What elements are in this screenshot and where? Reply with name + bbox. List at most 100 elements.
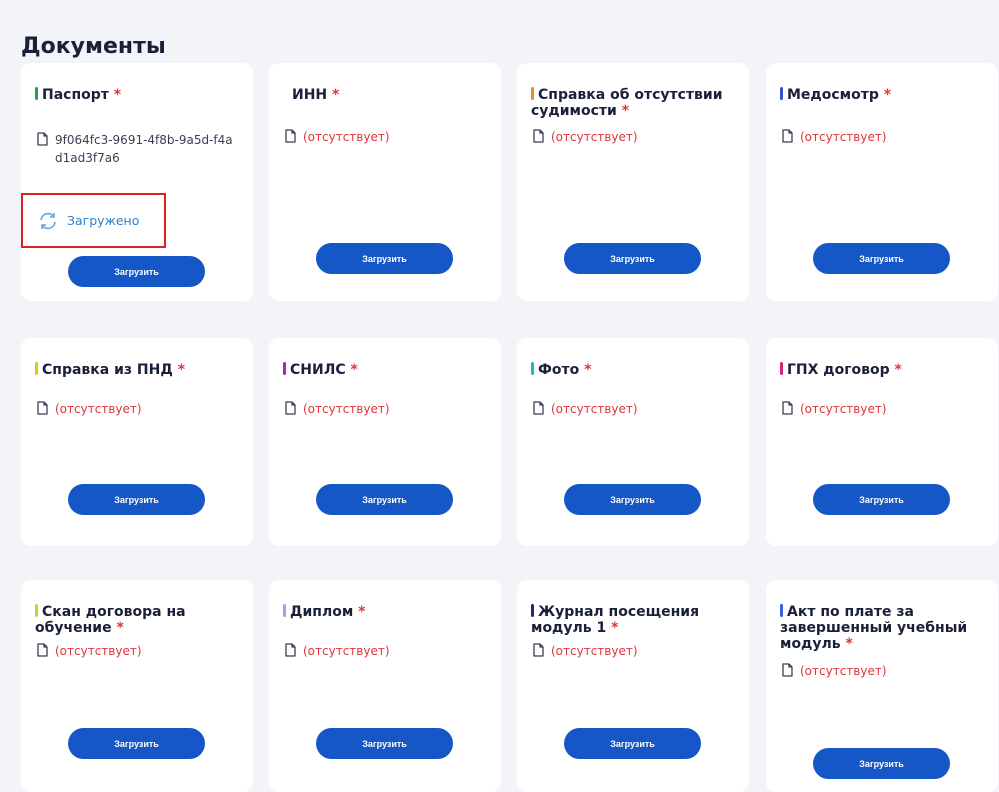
upload-button[interactable]: Загрузить (68, 256, 205, 287)
file-line: (отсутствует) (531, 128, 736, 146)
document-card-inn: ИНН * (отсутствует) Загрузить (269, 63, 501, 301)
upload-button[interactable]: Загрузить (316, 243, 453, 274)
document-card-attendance-log: Журнал посещения модуль 1 * (отсутствует… (517, 580, 749, 792)
refresh-icon (40, 212, 56, 229)
file-line: (отсутствует) (35, 400, 240, 418)
color-marker (531, 362, 534, 375)
upload-button[interactable]: Загрузить (813, 243, 950, 274)
document-icon (780, 400, 796, 418)
document-icon (35, 642, 51, 660)
card-title-text: Медосмотр (787, 87, 879, 103)
required-mark: * (611, 620, 619, 636)
card-title-text: ГПХ договор (787, 362, 890, 378)
document-card-diploma: Диплом * (отсутствует) Загрузить (269, 580, 501, 792)
required-mark: * (116, 620, 124, 636)
upload-button[interactable]: Загрузить (564, 484, 701, 515)
missing-label: (отсутствует) (800, 664, 887, 678)
required-mark: * (584, 362, 592, 378)
color-marker (35, 604, 38, 617)
page-title: Документы (21, 34, 166, 59)
card-title-text: Паспорт (42, 87, 109, 103)
file-name[interactable]: 9f064fc3-9691-4f8b-9a5d-f4ad1ad3f7a6 (55, 131, 240, 167)
upload-button[interactable]: Загрузить (564, 728, 701, 759)
document-card-pnd: Справка из ПНД * (отсутствует) Загрузить (21, 338, 253, 546)
document-card-passport: Паспорт * 9f064fc3-9691-4f8b-9a5d-f4ad1a… (21, 63, 253, 301)
color-marker (35, 87, 38, 100)
upload-button[interactable]: Загрузить (316, 728, 453, 759)
card-title: Медосмотр * (780, 87, 985, 103)
required-mark: * (358, 604, 366, 620)
document-icon (283, 400, 299, 418)
missing-label: (отсутствует) (55, 644, 142, 658)
document-icon (531, 400, 547, 418)
file-line: (отсутствует) (283, 128, 488, 146)
card-title-text: СНИЛС (290, 362, 346, 378)
required-mark: * (177, 362, 186, 378)
required-mark: * (350, 362, 358, 378)
required-mark: * (332, 87, 340, 103)
card-title: ИНН * (292, 87, 497, 103)
card-title-text: Справка из ПНД (42, 362, 173, 378)
card-title-text: Фото (538, 362, 580, 378)
required-mark: * (883, 87, 892, 103)
document-icon (780, 128, 796, 146)
file-line: (отсутствует) (35, 642, 240, 660)
upload-button[interactable]: Загрузить (813, 484, 950, 515)
color-marker (35, 362, 38, 375)
document-card-payment-act: Акт по плате за завершенный учебный моду… (766, 580, 998, 792)
upload-button[interactable]: Загрузить (68, 484, 205, 515)
file-line: (отсутствует) (780, 662, 985, 680)
file-line: (отсутствует) (531, 400, 736, 418)
document-icon (780, 662, 796, 680)
missing-label: (отсутствует) (303, 402, 390, 416)
card-title: Журнал посещения модуль 1 * (531, 604, 736, 636)
document-card-photo: Фото * (отсутствует) Загрузить (517, 338, 749, 546)
card-title: Справка из ПНД * (35, 362, 240, 378)
document-card-snils: СНИЛС * (отсутствует) Загрузить (269, 338, 501, 546)
upload-button[interactable]: Загрузить (68, 728, 205, 759)
document-card-training-contract: Скан договора на обучение * (отсутствует… (21, 580, 253, 792)
card-title-text: Скан договора на обучение (35, 604, 186, 636)
card-title: Акт по плате за завершенный учебный моду… (780, 604, 985, 652)
card-title: Фото * (531, 362, 736, 378)
color-marker (780, 604, 783, 617)
document-card-criminal-record: Справка об отсутствии судимости * (отсут… (517, 63, 749, 301)
upload-button[interactable]: Загрузить (316, 484, 453, 515)
upload-button[interactable]: Загрузить (813, 748, 950, 779)
document-icon (283, 128, 299, 146)
color-marker (531, 87, 534, 100)
card-title: Справка об отсутствии судимости * (531, 87, 736, 119)
card-title: Паспорт * (35, 87, 240, 103)
card-title-text: Диплом (290, 604, 354, 620)
status-text: Загружено (67, 213, 140, 228)
missing-label: (отсутствует) (551, 130, 638, 144)
file-line[interactable]: 9f064fc3-9691-4f8b-9a5d-f4ad1ad3f7a6 (35, 131, 240, 167)
required-mark: * (845, 636, 853, 652)
card-title: СНИЛС * (283, 362, 488, 378)
missing-label: (отсутствует) (303, 130, 390, 144)
file-line: (отсутствует) (283, 400, 488, 418)
required-mark: * (113, 87, 122, 103)
required-mark: * (621, 103, 630, 119)
document-icon (531, 642, 547, 660)
document-icon (35, 400, 51, 418)
card-title: ГПХ договор * (780, 362, 985, 378)
required-mark: * (894, 362, 902, 378)
file-line: (отсутствует) (283, 642, 488, 660)
card-title-text: Акт по плате за завершенный учебный моду… (780, 604, 968, 652)
color-marker (780, 87, 783, 100)
file-line: (отсутствует) (780, 128, 985, 146)
document-icon (283, 642, 299, 660)
missing-label: (отсутствует) (55, 402, 142, 416)
document-card-gph-contract: ГПХ договор * (отсутствует) Загрузить (766, 338, 998, 546)
missing-label: (отсутствует) (800, 130, 887, 144)
card-title: Диплом * (283, 604, 488, 620)
file-line: (отсутствует) (531, 642, 736, 660)
color-marker (283, 362, 286, 375)
file-line: (отсутствует) (780, 400, 985, 418)
color-marker (780, 362, 783, 375)
card-title-text: ИНН (292, 87, 328, 103)
document-card-medical: Медосмотр * (отсутствует) Загрузить (766, 63, 998, 301)
missing-label: (отсутствует) (551, 644, 638, 658)
upload-button[interactable]: Загрузить (564, 243, 701, 274)
